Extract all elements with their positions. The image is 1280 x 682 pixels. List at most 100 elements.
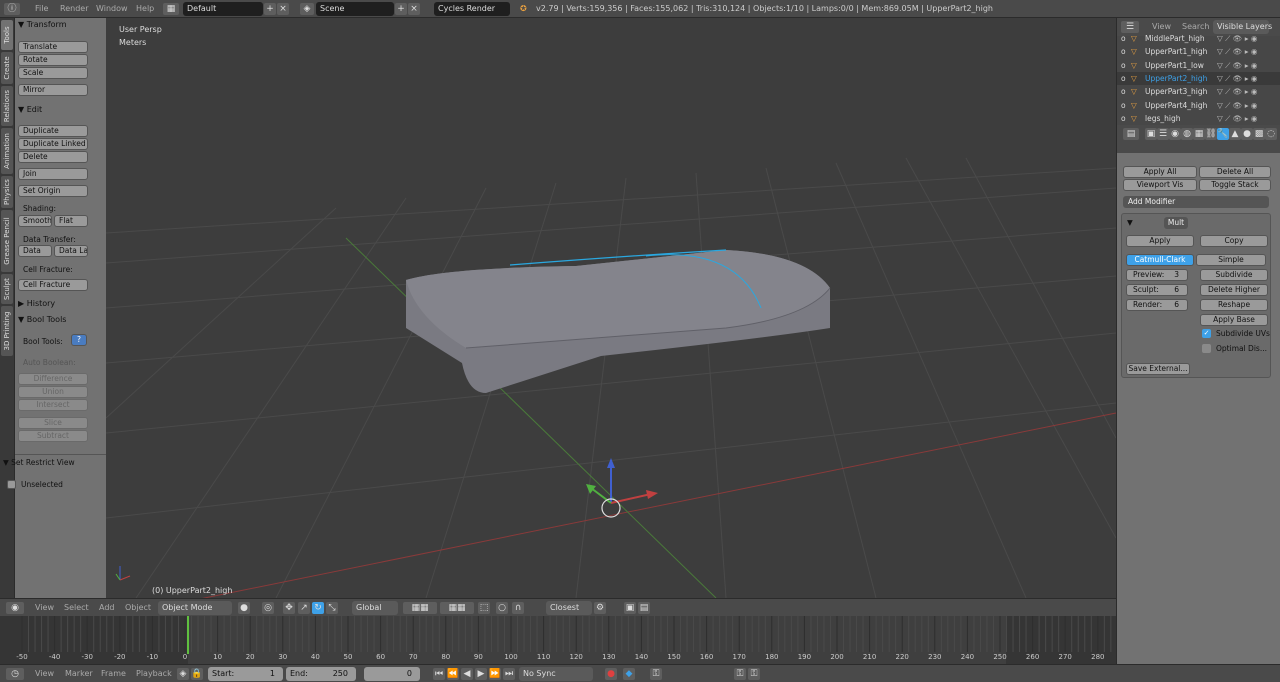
menu-file[interactable]: File <box>35 2 48 16</box>
translate-button[interactable]: Translate <box>18 41 88 53</box>
tab-tools[interactable]: Tools <box>1 20 13 50</box>
delete-higher-button[interactable]: Delete Higher <box>1200 284 1268 296</box>
outliner-item[interactable]: o ▽ UpperPart1_low ▽ ⟋ 👁 ▸ ◉ <box>1117 59 1280 72</box>
3d-viewport[interactable]: User Persp Meters (0) UpperPart2_high <box>106 18 1116 598</box>
scale-icon[interactable]: ⤡ <box>326 602 338 614</box>
restrict-icons[interactable]: ▽ ⟋ 👁 ▸ ◉ <box>1217 99 1257 112</box>
tab-relations[interactable]: Relations <box>1 86 13 126</box>
outliner[interactable]: ☰ View Search Visible Layers o ▽ MiddlePar… <box>1116 18 1280 125</box>
data-tab-icon[interactable]: ▲ <box>1229 128 1241 140</box>
data-layout-button[interactable]: Data La <box>54 245 88 257</box>
delete-all-button[interactable]: Delete All <box>1199 166 1271 178</box>
menu-window[interactable]: Window <box>96 2 128 16</box>
restrict-icons[interactable]: ▽ ⟋ 👁 ▸ ◉ <box>1217 59 1257 72</box>
menu-add[interactable]: Add <box>99 601 115 615</box>
sculpt-levels-field[interactable]: Sculpt: 6 <box>1126 284 1188 296</box>
render-anim-icon[interactable]: ▤ <box>638 602 650 614</box>
play-reverse-icon[interactable]: ◀ <box>461 668 473 680</box>
render-levels-field[interactable]: Render: 6 <box>1126 299 1188 311</box>
keyframe-icon[interactable]: ◆ <box>623 668 635 680</box>
shading-icon[interactable]: ● <box>238 602 250 614</box>
lock-icon[interactable]: 🔒 <box>191 668 203 680</box>
editor-type-icon[interactable]: ◉ <box>6 602 24 614</box>
pivot-icon[interactable]: ◎ <box>262 602 274 614</box>
end-frame-field[interactable]: End: 250 <box>286 667 356 681</box>
subdivide-uvs-checkbox[interactable]: ✓ <box>1202 329 1211 338</box>
cell-fracture-button[interactable]: Cell Fracture <box>18 279 88 291</box>
reshape-button[interactable]: Reshape <box>1200 299 1268 311</box>
mirror-button[interactable]: Mirror <box>18 84 88 96</box>
mode-selector[interactable]: Object Mode <box>158 601 232 615</box>
restrict-icons[interactable]: ▽ ⟋ 👁 ▸ ◉ <box>1217 85 1257 98</box>
apply-button[interactable]: Apply <box>1126 235 1194 247</box>
transform-panel-header[interactable]: ▼ Transform <box>18 19 104 31</box>
menu-help[interactable]: Help <box>136 2 154 16</box>
outliner-item[interactable]: o ▽ UpperPart3_high ▽ ⟋ 👁 ▸ ◉ <box>1117 85 1280 98</box>
restrict-icons[interactable]: ▽ ⟋ 👁 ▸ ◉ <box>1217 72 1257 85</box>
layers-tab-icon[interactable]: ☰ <box>1157 128 1169 140</box>
opengl-render-icon[interactable]: ▣ <box>624 602 636 614</box>
snap-target-selector[interactable]: Closest <box>546 601 592 615</box>
difference-button[interactable]: Difference <box>18 373 88 385</box>
tab-grease-pencil[interactable]: Grease Pencil <box>1 210 13 272</box>
editor-type-icon[interactable]: ▤ <box>1123 128 1139 140</box>
bool-tools-panel-header[interactable]: ▼ Bool Tools <box>18 314 104 326</box>
modifier-name-field[interactable]: Mult <box>1164 217 1188 229</box>
restrict-icons[interactable]: ▽ ⟋ 👁 ▸ ◉ <box>1217 112 1257 125</box>
render-engine-selector[interactable]: Cycles Render <box>434 2 510 16</box>
tab-animation[interactable]: Animation <box>1 128 13 174</box>
edit-panel-header[interactable]: ▼ Edit <box>18 104 104 116</box>
jump-start-icon[interactable]: ⏮ <box>433 668 445 680</box>
menu-render[interactable]: Render <box>60 2 88 16</box>
record-icon[interactable]: ● <box>605 668 617 680</box>
restrict-icons[interactable]: ▽ ⟋ 👁 ▸ ◉ <box>1217 45 1257 58</box>
scale-button[interactable]: Scale <box>18 67 88 79</box>
apply-base-button[interactable]: Apply Base <box>1200 314 1268 326</box>
editor-type-icon[interactable]: ⓘ <box>4 3 20 15</box>
object-tab-icon[interactable]: ▦ <box>1193 128 1205 140</box>
start-frame-field[interactable]: Start: 1 <box>208 667 283 681</box>
eye-dot-icon[interactable]: o <box>1121 32 1126 45</box>
tab-create[interactable]: Create <box>1 52 13 84</box>
outliner-item[interactable]: o ▽ UpperPart2_high ▽ ⟋ 👁 ▸ ◉ <box>1117 71 1280 85</box>
menu-view[interactable]: View <box>35 667 54 681</box>
physics-tab-icon[interactable]: ◌ <box>1265 128 1277 140</box>
keying-set-icon[interactable]: ◈ <box>177 668 189 680</box>
add-modifier-dropdown[interactable]: Add Modifier <box>1123 196 1269 208</box>
restrict-icons[interactable]: ▽ ⟋ 👁 ▸ ◉ <box>1217 32 1257 45</box>
menu-select[interactable]: Select <box>64 601 89 615</box>
outliner-item[interactable]: o ▽ MiddlePart_high ▽ ⟋ 👁 ▸ ◉ <box>1117 32 1280 45</box>
delete-key-icon[interactable]: ⚿ <box>748 668 760 680</box>
delete-button[interactable]: Delete <box>18 151 88 163</box>
close-scene-icon[interactable]: × <box>408 3 420 15</box>
subdivide-button[interactable]: Subdivide <box>1200 269 1268 281</box>
sync-selector[interactable]: No Sync <box>519 667 593 681</box>
menu-playback[interactable]: Playback <box>136 667 172 681</box>
tab-physics[interactable]: Physics <box>1 176 13 208</box>
outliner-item[interactable]: o ▽ legs_high ▽ ⟋ 👁 ▸ ◉ <box>1117 112 1280 125</box>
eye-dot-icon[interactable]: o <box>1121 72 1126 85</box>
snap-options-icon[interactable]: ⚙ <box>594 602 606 614</box>
intersect-button[interactable]: Intersect <box>18 399 88 411</box>
playhead[interactable] <box>187 616 189 654</box>
rotate-icon[interactable]: ↻ <box>312 602 324 614</box>
snap-magnet-icon[interactable]: ∩ <box>512 602 524 614</box>
render-tab-icon[interactable]: ▣ <box>1145 128 1157 140</box>
add-scene-icon[interactable]: + <box>395 3 407 15</box>
outliner-item[interactable]: o ▽ UpperPart4_high ▽ ⟋ 👁 ▸ ◉ <box>1117 99 1280 112</box>
history-panel-header[interactable]: ▶ History <box>18 298 104 310</box>
unselected-checkbox[interactable] <box>7 480 16 489</box>
manipulator-icon[interactable]: ✥ <box>283 602 295 614</box>
layout-icon[interactable]: ▦ <box>163 3 179 15</box>
x-gizmo-arrow-icon[interactable] <box>646 490 658 499</box>
y-gizmo-arrow-icon[interactable] <box>586 484 596 494</box>
slice-button[interactable]: Slice <box>18 417 88 429</box>
insert-key-icon[interactable]: ⚿ <box>734 668 746 680</box>
current-frame-field[interactable]: 0 <box>364 667 420 681</box>
close-layout-icon[interactable]: × <box>277 3 289 15</box>
flat-button[interactable]: Flat <box>54 215 88 227</box>
texture-tab-icon[interactable]: ▩ <box>1253 128 1265 140</box>
menu-view[interactable]: View <box>35 601 54 615</box>
layers-grid-icon[interactable]: ▦▦ <box>403 602 437 614</box>
jump-end-icon[interactable]: ⏭ <box>503 668 515 680</box>
